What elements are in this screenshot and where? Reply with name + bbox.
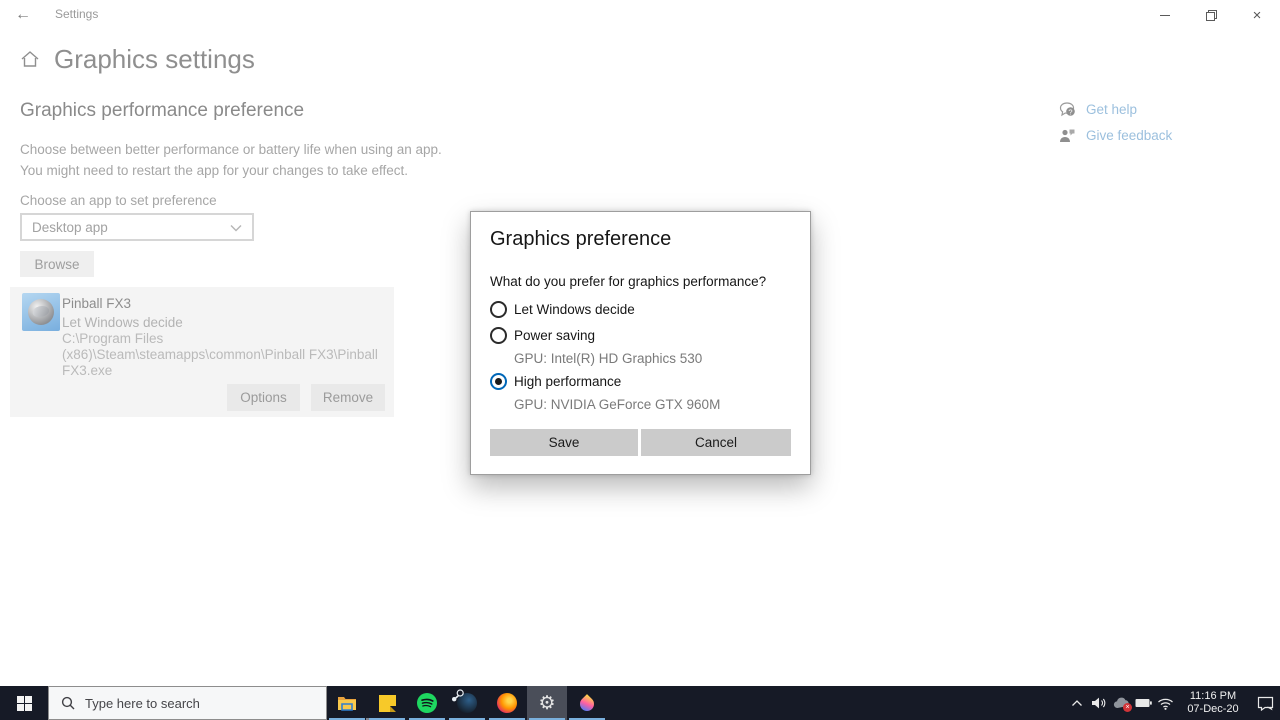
taskbar: Type here to search ⚙ × 11:16 PM 07-Dec-… (0, 686, 1280, 720)
page-title: Graphics settings (54, 44, 255, 74)
radio-label: Power saving (514, 328, 596, 343)
taskbar-app-color-drop[interactable] (567, 686, 607, 720)
radio-option-power-saving[interactable]: Power saving (490, 327, 595, 344)
onedrive-button[interactable]: × (1110, 686, 1132, 720)
chevron-up-icon (1072, 700, 1082, 706)
window-controls: × (1142, 0, 1280, 30)
app-name: Pinball FX3 (62, 296, 132, 311)
start-button[interactable] (0, 686, 48, 720)
app-entry-pinball-fx3[interactable]: Pinball FX3 Let Windows decide C:\Progra… (10, 287, 394, 417)
color-drop-icon (577, 694, 597, 714)
get-help-icon: ? (1058, 101, 1076, 117)
pinball-fx3-app-icon (22, 293, 60, 331)
restore-button[interactable] (1188, 0, 1234, 30)
taskbar-app-spotify[interactable] (407, 686, 447, 720)
radio-option-let-windows-decide[interactable]: Let Windows decide (490, 301, 635, 318)
speaker-icon (1092, 697, 1106, 709)
dialog-question: What do you prefer for graphics performa… (490, 274, 767, 289)
settings-gear-icon: ⚙ (538, 692, 556, 714)
radio-button[interactable] (490, 301, 507, 318)
battery-icon (1135, 699, 1152, 707)
close-icon: × (1252, 6, 1262, 24)
clock-time: 11:16 PM (1189, 690, 1237, 702)
taskbar-app-sticky-notes[interactable] (367, 686, 407, 720)
taskbar-app-steam[interactable] (447, 686, 487, 720)
remove-button[interactable]: Remove (311, 384, 385, 411)
window-titlebar: ← Settings × (0, 0, 1280, 30)
app-type-dropdown[interactable]: Desktop app (20, 213, 254, 241)
hidden-icons-button[interactable] (1066, 686, 1088, 720)
search-icon (61, 696, 75, 710)
graphics-preference-dialog: Graphics preference What do you prefer f… (470, 211, 811, 475)
section-description: Choose between better performance or bat… (20, 139, 442, 181)
app-path: C:\Program Files (x86)\Steam\steamapps\c… (62, 331, 378, 378)
taskbar-search[interactable]: Type here to search (48, 686, 327, 720)
wifi-button[interactable] (1154, 686, 1176, 720)
gpu-sub-label: GPU: NVIDIA GeForce GTX 960M (514, 397, 721, 412)
minimize-button[interactable] (1142, 0, 1188, 30)
window-title: Settings (55, 7, 99, 21)
gpu-sub-label: GPU: Intel(R) HD Graphics 530 (514, 351, 703, 366)
save-button[interactable]: Save (490, 429, 638, 456)
close-button[interactable]: × (1234, 0, 1280, 30)
firefox-icon (497, 693, 517, 713)
radio-button[interactable] (490, 373, 507, 390)
cancel-button[interactable]: Cancel (641, 429, 791, 456)
description-line: You might need to restart the app for yo… (20, 163, 408, 178)
radio-label: High performance (514, 374, 622, 389)
choose-app-label: Choose an app to set preference (20, 193, 217, 208)
restore-icon (1205, 9, 1217, 21)
minimize-icon (1160, 14, 1170, 16)
radio-option-high-performance[interactable]: High performance (490, 373, 621, 390)
steam-icon (452, 689, 477, 713)
taskbar-clock[interactable]: 11:16 PM 07-Dec-20 (1182, 690, 1244, 716)
give-feedback-icon (1058, 128, 1076, 143)
back-button[interactable]: ← (10, 4, 36, 26)
taskbar-app-settings[interactable]: ⚙ (527, 686, 567, 720)
radio-label: Let Windows decide (514, 302, 635, 317)
system-tray: × 11:16 PM 07-Dec-20 (1066, 686, 1280, 720)
onedrive-error-badge: × (1123, 703, 1132, 712)
chevron-down-icon (230, 220, 242, 235)
action-center-icon (1257, 696, 1273, 711)
browse-button[interactable]: Browse (20, 251, 94, 277)
help-links: ? Get help Give feedback (1058, 96, 1172, 148)
sticky-notes-icon (378, 694, 396, 712)
windows-logo-icon (16, 695, 32, 711)
wifi-icon (1157, 698, 1173, 710)
volume-button[interactable] (1088, 686, 1110, 720)
svg-text:?: ? (1068, 107, 1072, 116)
options-button[interactable]: Options (227, 384, 300, 411)
home-icon (20, 50, 40, 73)
get-help-label: Get help (1086, 101, 1138, 117)
search-placeholder: Type here to search (85, 695, 200, 711)
action-center-button[interactable] (1250, 686, 1280, 720)
description-line: Choose between better performance or bat… (20, 142, 442, 157)
taskbar-app-firefox[interactable] (487, 686, 527, 720)
dialog-title: Graphics preference (490, 228, 672, 250)
section-title: Graphics performance preference (20, 100, 305, 121)
battery-button[interactable] (1132, 686, 1154, 720)
app-current-preference: Let Windows decide (62, 315, 183, 330)
give-feedback-link[interactable]: Give feedback (1058, 122, 1172, 148)
app-type-dropdown-value: Desktop app (32, 219, 108, 235)
get-help-link[interactable]: ? Get help (1058, 96, 1172, 122)
spotify-icon (417, 693, 437, 713)
clock-date: 07-Dec-20 (1187, 703, 1239, 715)
file-explorer-icon (338, 697, 356, 711)
give-feedback-label: Give feedback (1086, 127, 1173, 143)
desktop: { "window": { "title": "Settings" }, "pa… (0, 0, 1280, 720)
taskbar-app-file-explorer[interactable] (327, 686, 372, 720)
radio-button[interactable] (490, 327, 507, 344)
